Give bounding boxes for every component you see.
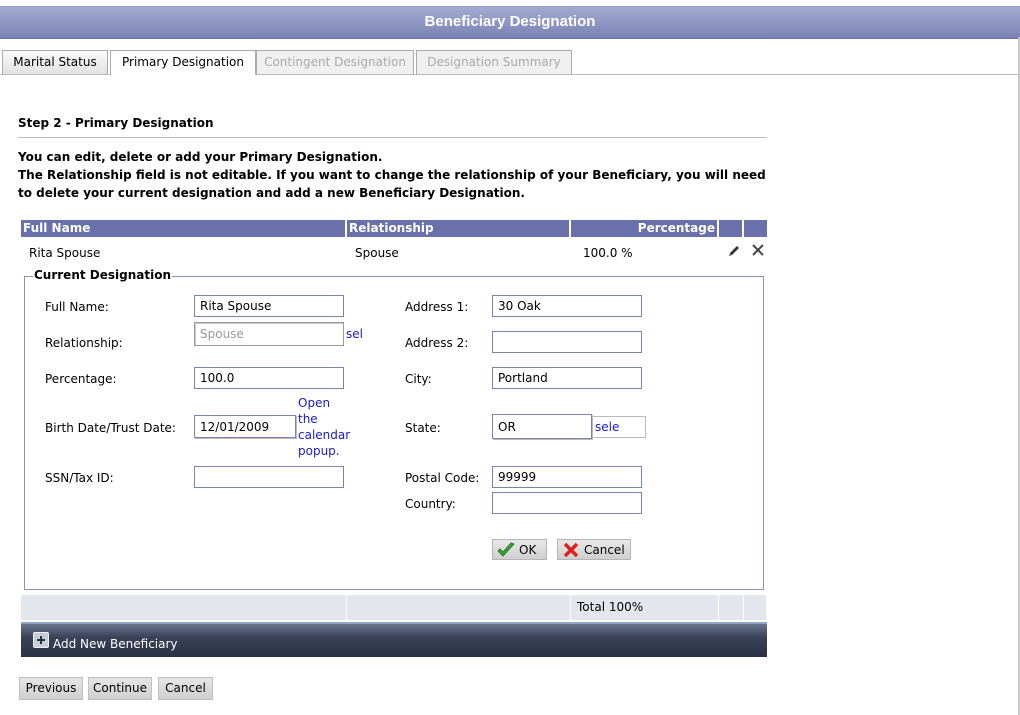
column-header-edit bbox=[719, 220, 742, 237]
ok-button[interactable]: OK bbox=[492, 539, 547, 560]
edit-pencil-icon[interactable] bbox=[726, 243, 742, 259]
percentage-label: Percentage: bbox=[45, 372, 117, 386]
ok-label: OK bbox=[519, 542, 537, 557]
country-input[interactable] bbox=[492, 492, 642, 514]
full-name-input[interactable] bbox=[194, 295, 344, 317]
country-label: Country: bbox=[405, 497, 456, 511]
state-select-box[interactable]: sele bbox=[592, 416, 646, 438]
window-title: Beneficiary Designation bbox=[424, 13, 596, 30]
plus-icon bbox=[33, 632, 49, 648]
column-header-percentage: Percentage bbox=[571, 220, 717, 237]
row-relationship: Spouse bbox=[355, 246, 399, 260]
delete-x-icon[interactable] bbox=[750, 242, 766, 258]
cancel-form-button[interactable]: Cancel bbox=[557, 539, 631, 560]
footer-cell-4 bbox=[719, 595, 744, 620]
state-input[interactable] bbox=[492, 414, 592, 439]
window-title-bar: Beneficiary Designation bbox=[0, 6, 1020, 39]
instruction-line-2: The Relationship field is not editable. … bbox=[18, 168, 766, 200]
row-percentage: 100.0 % bbox=[583, 246, 633, 260]
row-full-name: Rita Spouse bbox=[29, 246, 101, 260]
relationship-label: Relationship: bbox=[45, 336, 123, 350]
heading-divider bbox=[18, 137, 767, 138]
column-header-relationship: Relationship bbox=[347, 220, 569, 237]
add-new-beneficiary-bar[interactable]: Add New Beneficiary bbox=[21, 622, 767, 657]
continue-button[interactable]: Continue bbox=[88, 677, 152, 700]
tab-contingent-designation: Contingent Designation bbox=[256, 50, 414, 74]
full-name-label: Full Name: bbox=[45, 300, 109, 314]
cancel-form-label: Cancel bbox=[584, 542, 625, 557]
relationship-input: Spouse bbox=[194, 322, 344, 346]
column-header-full-name: Full Name bbox=[21, 220, 345, 237]
footer-cell-2 bbox=[347, 595, 571, 620]
postal-code-input[interactable] bbox=[492, 466, 642, 488]
birth-date-label: Birth Date/Trust Date: bbox=[45, 421, 176, 435]
address2-label: Address 2: bbox=[405, 336, 469, 350]
tab-designation-summary: Designation Summary bbox=[416, 50, 572, 74]
red-x-icon bbox=[563, 542, 579, 558]
address1-label: Address 1: bbox=[405, 300, 469, 314]
address1-input[interactable] bbox=[492, 295, 642, 317]
state-label: State: bbox=[405, 421, 441, 435]
footer-total: Total 100% bbox=[571, 595, 719, 620]
previous-button[interactable]: Previous bbox=[19, 677, 83, 700]
city-label: City: bbox=[405, 372, 432, 386]
tab-marital-status[interactable]: Marital Status bbox=[2, 50, 108, 74]
birth-date-input[interactable] bbox=[194, 415, 296, 438]
state-select-link[interactable]: sele bbox=[595, 420, 619, 434]
column-header-delete bbox=[744, 220, 767, 237]
city-input[interactable] bbox=[492, 367, 642, 389]
tab-primary-designation[interactable]: Primary Designation bbox=[110, 50, 256, 75]
instruction-line-1: You can edit, delete or add your Primary… bbox=[18, 150, 383, 164]
percentage-input[interactable] bbox=[194, 367, 344, 389]
footer-cell-1 bbox=[21, 595, 347, 620]
instructions: You can edit, delete or add your Primary… bbox=[18, 148, 778, 202]
panel-legend: Current Designation bbox=[33, 268, 173, 282]
ssn-label: SSN/Tax ID: bbox=[45, 471, 114, 485]
add-new-beneficiary-label: Add New Beneficiary bbox=[53, 637, 178, 651]
relationship-select-link[interactable]: sele bbox=[346, 326, 362, 342]
ssn-input[interactable] bbox=[194, 466, 344, 488]
step-heading: Step 2 - Primary Designation bbox=[18, 116, 214, 130]
postal-code-label: Postal Code: bbox=[405, 471, 480, 485]
checkmark-icon bbox=[497, 542, 515, 558]
cancel-button[interactable]: Cancel bbox=[158, 677, 213, 700]
address2-input[interactable] bbox=[492, 331, 642, 353]
footer-cell-5 bbox=[744, 595, 767, 620]
calendar-popup-link[interactable]: Open the calendar popup. bbox=[298, 395, 350, 459]
